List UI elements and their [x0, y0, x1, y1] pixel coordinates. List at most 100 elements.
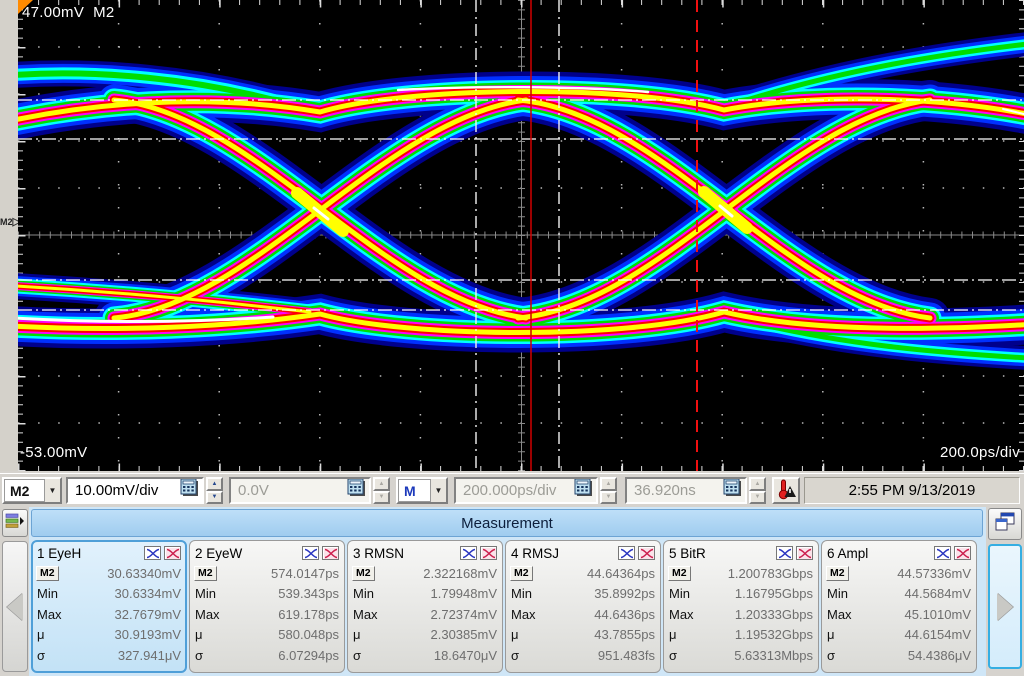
measurement-section: Measurement 1 EyeH	[0, 507, 1024, 676]
measurement-panel-bitr[interactable]: 5 BitR M21.200783Gbps Min1.16795Gbps Max…	[663, 540, 819, 673]
eye-plot-red-icon[interactable]	[638, 546, 655, 560]
results-setup-button[interactable]	[2, 509, 28, 537]
chevron-down-icon: ▼	[431, 479, 446, 502]
min-label: Min	[827, 586, 859, 601]
vertical-offset-spinner: ▲ ▼	[373, 477, 390, 504]
eye-plot-red-icon[interactable]	[164, 546, 181, 560]
eye-plot-blue-icon[interactable]	[934, 546, 951, 560]
spin-down-icon: ▼	[749, 491, 766, 505]
vertical-max-label: 47.00mV M2	[22, 4, 115, 21]
calculator-icon	[347, 479, 367, 502]
timebase-select[interactable]: M ▼	[396, 477, 448, 504]
eye-plot-blue-icon[interactable]	[144, 546, 161, 560]
vertical-offset-value: 0.0V	[238, 482, 347, 499]
stddev-value: 18.6470μV	[434, 648, 497, 663]
panel-title: 1 EyeH	[37, 546, 81, 561]
vertical-min-label: -53.00mV	[20, 444, 87, 461]
eye-plot-blue-icon[interactable]	[618, 546, 635, 560]
layers-menu-icon	[5, 512, 25, 535]
channel-marker-label: M2	[0, 217, 13, 227]
calculator-icon	[574, 479, 594, 502]
spin-down-icon[interactable]: ▼	[206, 491, 223, 505]
stddev-label: σ	[669, 648, 701, 663]
window-restore-icon	[994, 512, 1016, 537]
max-value: 45.1010mV	[905, 607, 972, 622]
max-value: 619.178ps	[278, 607, 339, 622]
source-badge: M2	[194, 566, 217, 581]
eye-plot-red-icon[interactable]	[322, 546, 339, 560]
min-value: 1.16795Gbps	[735, 586, 813, 601]
max-label: Max	[37, 607, 69, 622]
panel-title: 4 RMSJ	[511, 546, 559, 561]
max-value: 44.6436ps	[594, 607, 655, 622]
mean-label: μ	[195, 627, 227, 642]
vertical-scale-field[interactable]: 10.00mV/div	[66, 477, 204, 504]
current-value: 2.322168mV	[423, 566, 497, 581]
measurement-panel-ampl[interactable]: 6 Ampl M244.57336mV Min44.5684mV Max45.1…	[821, 540, 977, 673]
channel-select[interactable]: M2 ▼	[2, 477, 62, 504]
control-toolbar: M2 ▼ 10.00mV/div ▲ ▼ 0.0V ▲ ▼ M ▼	[0, 473, 1024, 508]
min-value: 1.79948mV	[431, 586, 498, 601]
current-value: 574.0147ps	[271, 566, 339, 581]
measurement-panel-rmsn[interactable]: 3 RMSN M22.322168mV Min1.79948mV Max2.72…	[347, 540, 503, 673]
scroll-right-button[interactable]	[988, 544, 1022, 669]
max-label: Max	[827, 607, 859, 622]
panel-title: 5 BitR	[669, 546, 706, 561]
vertical-max-value: 47.00mV	[22, 4, 84, 21]
temperature-warning-button[interactable]	[772, 477, 800, 504]
stddev-label: σ	[37, 648, 69, 663]
panel-title: 2 EyeW	[195, 546, 242, 561]
arrow-right-icon	[997, 593, 1013, 621]
scroll-left-button[interactable]	[2, 541, 28, 672]
min-label: Min	[353, 586, 385, 601]
eye-diagram-display: 47.00mV M2 -53.00mV 200.0ps/div	[18, 0, 1024, 471]
eye-plot-red-icon[interactable]	[954, 546, 971, 560]
measurement-title-bar: Measurement	[31, 509, 983, 537]
vertical-scale-value: 10.00mV/div	[75, 482, 180, 499]
measurement-panels: 1 EyeH M230.63340mV Min30.6334mV Max32.7…	[31, 540, 985, 673]
horizontal-position-spinner: ▲ ▼	[749, 477, 766, 504]
max-label: Max	[511, 607, 543, 622]
horizontal-position-value: 36.920ns	[634, 482, 723, 499]
max-label: Max	[353, 607, 385, 622]
eye-plot-blue-icon[interactable]	[302, 546, 319, 560]
min-label: Min	[37, 586, 69, 601]
mean-label: μ	[37, 627, 69, 642]
eye-plot-blue-icon[interactable]	[460, 546, 477, 560]
measurement-panel-rmsj[interactable]: 4 RMSJ M244.64364ps Min35.8992ps Max44.6…	[505, 540, 661, 673]
horizontal-scale-label: 200.0ps/div	[940, 444, 1020, 461]
max-label: Max	[195, 607, 227, 622]
eye-plot-red-icon[interactable]	[796, 546, 813, 560]
measurement-panel-eyew[interactable]: 2 EyeW M2574.0147ps Min539.343ps Max619.…	[189, 540, 345, 673]
mean-value: 580.048ps	[278, 627, 339, 642]
horizontal-scale-value: 200.000ps/div	[463, 482, 574, 499]
horizontal-scale-field: 200.000ps/div	[454, 477, 598, 504]
plot-left-margin	[0, 0, 19, 471]
mean-label: μ	[511, 627, 543, 642]
source-badge: M2	[668, 566, 691, 581]
min-value: 44.5684mV	[905, 586, 972, 601]
spin-down-icon: ▼	[373, 491, 390, 505]
stddev-value: 5.63313Mbps	[734, 648, 813, 663]
timebase-select-value: M	[398, 479, 431, 502]
eye-plot-blue-icon[interactable]	[776, 546, 793, 560]
mean-value: 30.9193mV	[115, 627, 182, 642]
mean-label: μ	[353, 627, 385, 642]
current-value: 30.63340mV	[107, 566, 181, 581]
eye-diagram-svg	[18, 0, 1024, 471]
calculator-icon[interactable]	[180, 479, 200, 502]
oscilloscope-screen: M2▷	[0, 0, 1024, 676]
eye-plot-red-icon[interactable]	[480, 546, 497, 560]
channel-select-value: M2	[4, 479, 45, 502]
min-label: Min	[195, 586, 227, 601]
mean-value: 43.7855ps	[594, 627, 655, 642]
spin-up-icon[interactable]: ▲	[206, 477, 223, 491]
vertical-scale-spinner[interactable]: ▲ ▼	[206, 477, 223, 504]
min-value: 35.8992ps	[594, 586, 655, 601]
mean-label: μ	[827, 627, 859, 642]
spin-up-icon: ▲	[600, 477, 617, 491]
restore-window-button[interactable]	[988, 508, 1022, 540]
measurement-panel-eyeh[interactable]: 1 EyeH M230.63340mV Min30.6334mV Max32.7…	[31, 540, 187, 673]
panel-title: 6 Ampl	[827, 546, 868, 561]
stddev-value: 6.07294ps	[278, 648, 339, 663]
